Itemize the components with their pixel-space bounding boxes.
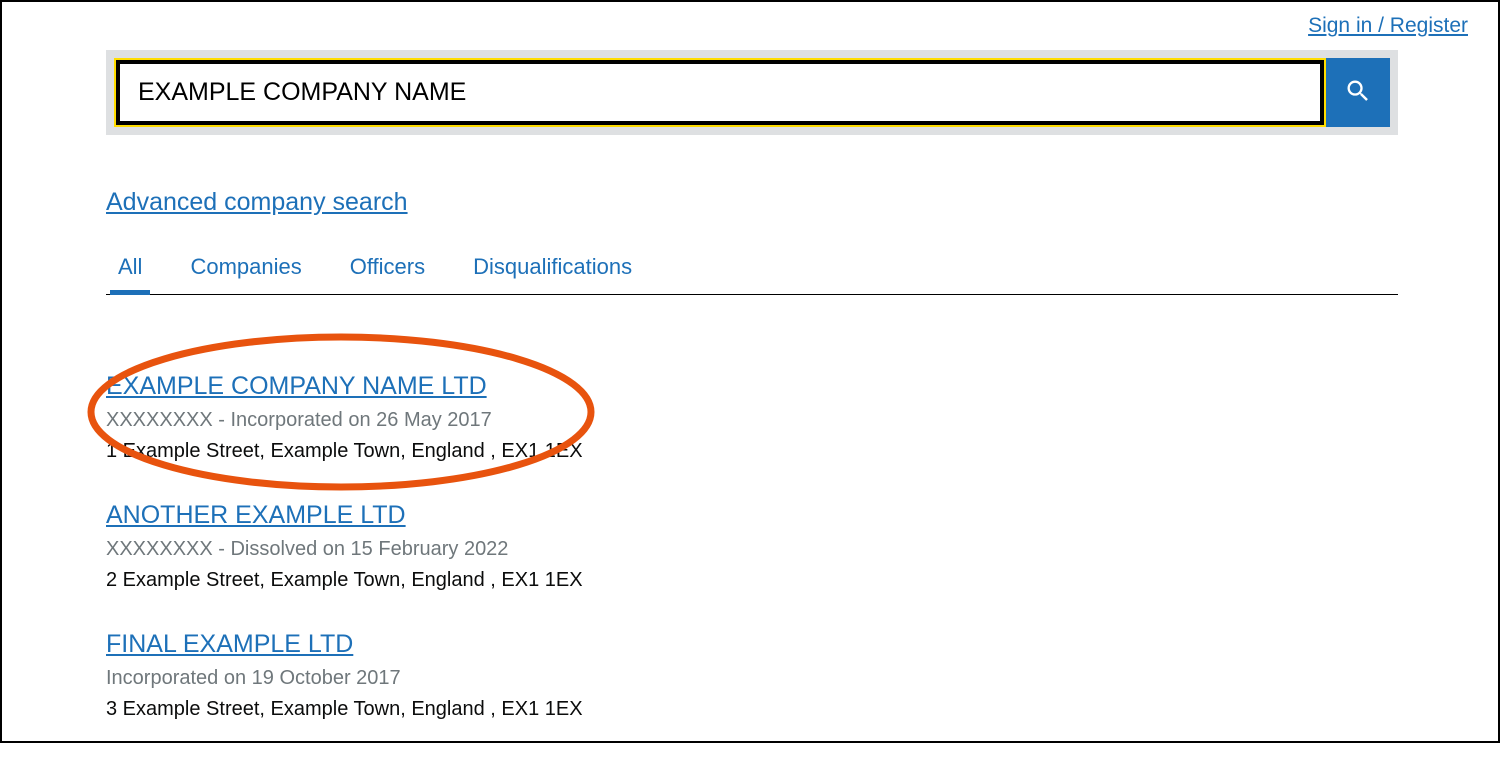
advanced-search-link[interactable]: Advanced company search [106,188,408,216]
tab-all[interactable]: All [118,242,142,294]
sign-in-link[interactable]: Sign in / Register [1308,14,1468,37]
result-title-link[interactable]: EXAMPLE COMPANY NAME LTD [106,372,487,400]
header-links: Sign in / Register [1308,14,1468,38]
search-icon [1344,77,1372,108]
results-list: EXAMPLE COMPANY NAME LTD XXXXXXXX - Inco… [106,372,1398,759]
advanced-search-link-container: Advanced company search [106,188,408,217]
result-item: FINAL EXAMPLE LTD Incorporated on 19 Oct… [106,630,1398,721]
result-meta: XXXXXXXX - Incorporated on 26 May 2017 [106,409,1398,432]
result-address: 2 Example Street, Example Town, England … [106,569,1398,592]
result-item: EXAMPLE COMPANY NAME LTD XXXXXXXX - Inco… [106,372,1398,463]
result-address: 3 Example Street, Example Town, England … [106,698,1398,721]
tab-officers[interactable]: Officers [350,242,425,294]
search-button[interactable] [1326,58,1390,127]
search-input[interactable] [116,60,1324,125]
result-title-link[interactable]: FINAL EXAMPLE LTD [106,630,353,658]
search-container [106,50,1398,135]
result-meta: XXXXXXXX - Dissolved on 15 February 2022 [106,538,1398,561]
tab-companies[interactable]: Companies [190,242,301,294]
search-input-wrap [114,58,1326,127]
result-item: ANOTHER EXAMPLE LTD XXXXXXXX - Dissolved… [106,501,1398,592]
tabs: All Companies Officers Disqualifications [106,242,1398,295]
result-title-link[interactable]: ANOTHER EXAMPLE LTD [106,501,406,529]
result-meta: Incorporated on 19 October 2017 [106,667,1398,690]
tab-disqualifications[interactable]: Disqualifications [473,242,632,294]
result-address: 1 Example Street, Example Town, England … [106,440,1398,463]
